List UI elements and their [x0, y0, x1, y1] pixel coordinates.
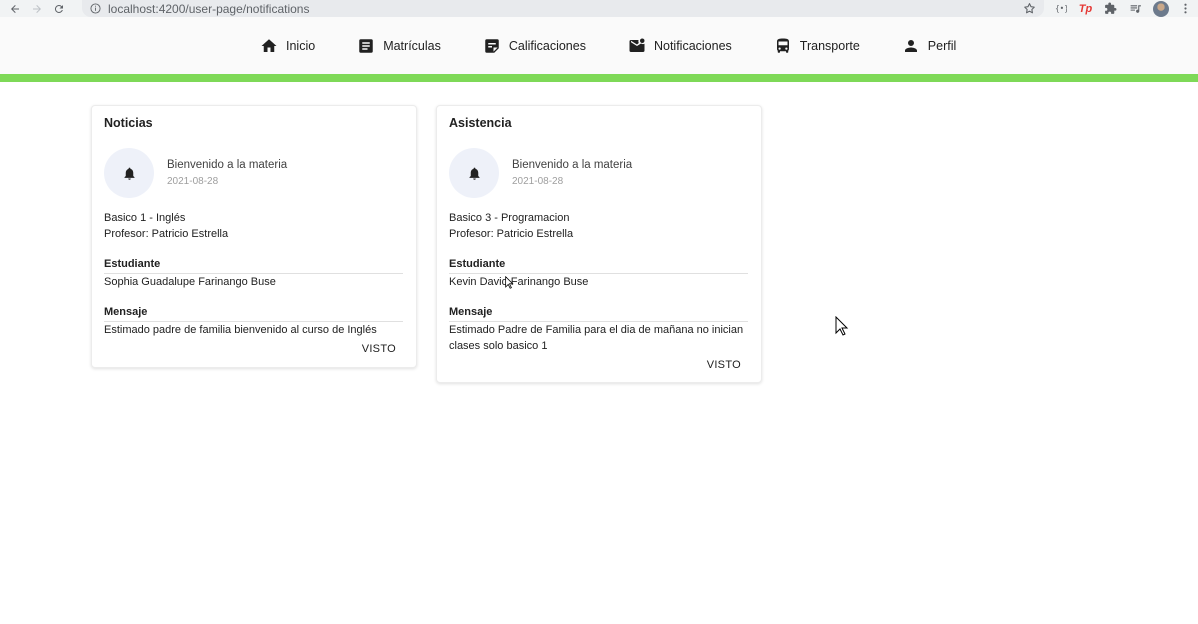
message-text: Estimado padre de familia bienvenido al …	[104, 324, 377, 336]
avatar	[1152, 0, 1169, 17]
nav-item-label: Calificaciones	[508, 38, 586, 53]
puzzle-icon	[1105, 2, 1117, 14]
code-braces-icon: {•}	[1055, 4, 1067, 13]
extension-tp[interactable]: Tp	[1073, 0, 1098, 17]
nav-item-label: Inicio	[286, 38, 316, 53]
card-title: Asistencia	[449, 116, 512, 130]
notification-card-asistencia: Asistencia Bienvenido a la materia 2021-…	[436, 105, 762, 383]
bookmark-star-icon[interactable]	[1023, 2, 1036, 15]
notification-title: Bienvenido a la materia	[512, 158, 633, 171]
notification-meta: Bienvenido a la materia 2021-08-28	[512, 158, 632, 189]
mail-notification-icon	[629, 38, 645, 52]
notification-date: 2021-08-28	[167, 175, 219, 187]
student-name: Kevin David Farinango Buse	[449, 276, 589, 288]
accent-bar	[0, 74, 1198, 82]
message-text: Estimado Padre de Familia para el dia de…	[449, 324, 744, 352]
article-icon	[359, 38, 373, 53]
seen-button[interactable]: VISTO	[449, 358, 748, 373]
notification-card-noticias: Noticias Bienvenido a la materia 2021-08…	[91, 105, 417, 368]
bell-avatar	[449, 148, 499, 198]
home-icon	[261, 38, 277, 52]
notification-date: 2021-08-28	[512, 175, 564, 187]
arrow-right-icon	[33, 4, 41, 13]
person-icon	[904, 39, 917, 52]
nav-item-label: Perfil	[927, 38, 957, 53]
extension-braces[interactable]: {•}	[1048, 0, 1073, 17]
course-name: Basico 1 - Inglés	[104, 212, 186, 224]
arrow-left-icon	[11, 4, 19, 13]
mouse-pointer-icon	[835, 316, 849, 336]
student-label: Estudiante	[449, 257, 748, 274]
back-button[interactable]	[4, 0, 26, 17]
bell-avatar	[104, 148, 154, 198]
course-name: Basico 3 - Programacion	[449, 212, 570, 224]
message-label: Mensaje	[104, 305, 403, 322]
teacher-name: Profesor: Patricio Estrella	[104, 228, 229, 240]
nav-item-inicio[interactable]: Inicio	[260, 37, 315, 55]
message-label: Mensaje	[449, 305, 748, 322]
more-vert-icon	[1184, 3, 1187, 14]
mouse-pointer-icon	[505, 276, 514, 289]
browser-toolbar: localhost:4200/user-page/notifications {…	[0, 0, 1198, 17]
nav-item-label: Transporte	[799, 38, 860, 53]
info-icon[interactable]	[90, 3, 101, 14]
profile-button[interactable]	[1148, 0, 1173, 17]
svg-text:{•}: {•}	[1055, 4, 1067, 13]
reading-list-button[interactable]	[1123, 0, 1148, 17]
nav-item-perfil[interactable]: Perfil	[902, 37, 956, 55]
bus-icon	[776, 38, 789, 53]
extensions-area: {•} Tp	[1048, 0, 1198, 17]
notification-title: Bienvenido a la materia	[167, 158, 288, 171]
bell-icon	[469, 167, 479, 180]
student-name: Sophia Guadalupe Farinango Buse	[104, 276, 276, 288]
nav-item-notificaciones[interactable]: Notificaciones	[628, 37, 732, 55]
bell-icon	[124, 167, 134, 180]
nav-item-label: Matrículas	[383, 38, 441, 53]
card-title: Noticias	[104, 116, 153, 130]
teacher-name: Profesor: Patricio Estrella	[449, 228, 574, 240]
notification-header: Bienvenido a la materia 2021-08-28	[449, 148, 748, 198]
grades-icon	[485, 38, 499, 53]
nav-item-label: Notificaciones	[653, 38, 732, 53]
seen-button[interactable]: VISTO	[104, 342, 403, 357]
notification-meta: Bienvenido a la materia 2021-08-28	[167, 158, 287, 189]
notification-header: Bienvenido a la materia 2021-08-28	[104, 148, 403, 198]
address-bar[interactable]: localhost:4200/user-page/notifications	[82, 0, 1044, 17]
reload-button[interactable]	[48, 0, 70, 17]
reload-icon	[54, 4, 63, 13]
playlist-icon	[1130, 5, 1141, 13]
forward-button[interactable]	[26, 0, 48, 17]
extensions-button[interactable]	[1098, 0, 1123, 17]
nav-item-calificaciones[interactable]: Calificaciones	[483, 37, 586, 55]
nav-item-matriculas[interactable]: Matrículas	[357, 37, 441, 55]
nav-item-transporte[interactable]: Transporte	[774, 37, 860, 55]
menu-button[interactable]	[1173, 0, 1198, 17]
nav-items: Inicio Matrículas Calificaciones Notific…	[260, 17, 956, 74]
tp-logo-icon: Tp	[1078, 2, 1093, 15]
student-label: Estudiante	[104, 257, 403, 274]
url-text: localhost:4200/user-page/notifications	[108, 1, 310, 16]
app-navbar: Inicio Matrículas Calificaciones Notific…	[0, 17, 1198, 74]
